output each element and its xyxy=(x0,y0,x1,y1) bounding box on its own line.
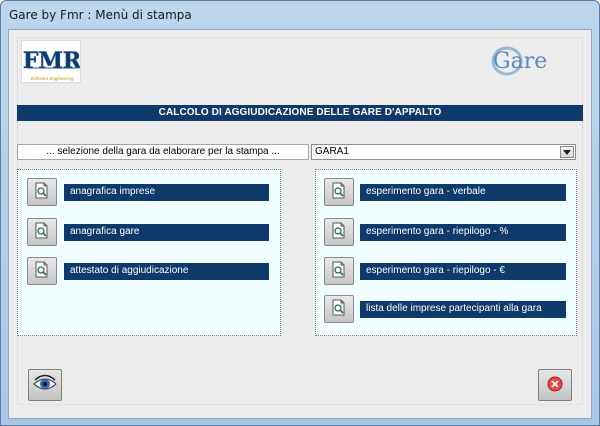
report-button-riepilogo-percent[interactable] xyxy=(324,218,354,246)
app-window: Gare by Fmr : Menù di stampa FMR Softwar… xyxy=(0,0,600,426)
report-button-verbale[interactable] xyxy=(324,178,354,206)
magnifier-document-icon xyxy=(33,261,51,282)
magnifier-document-icon xyxy=(330,261,348,282)
report-button-riepilogo-euro[interactable] xyxy=(324,257,354,285)
gara-select[interactable]: GARA1 xyxy=(311,144,576,160)
fmr-logo: FMR Software Engineering xyxy=(21,40,81,83)
gara-select-value: GARA1 xyxy=(315,146,349,157)
fmr-logo-text: FMR xyxy=(23,48,81,74)
close-icon xyxy=(546,375,564,396)
report-button-lista-imprese[interactable] xyxy=(324,295,354,323)
magnifier-document-icon xyxy=(330,299,348,320)
close-button[interactable] xyxy=(538,369,572,401)
gare-logo-text: Gare xyxy=(493,49,547,74)
magnifier-document-icon xyxy=(33,182,51,203)
magnifier-document-icon xyxy=(330,222,348,243)
report-button-anagrafica-gare[interactable] xyxy=(27,218,57,246)
gare-logo: Gare xyxy=(485,41,565,81)
magnifier-document-icon xyxy=(33,222,51,243)
chevron-down-icon[interactable] xyxy=(560,146,574,158)
report-button-attestato[interactable] xyxy=(27,257,57,285)
label-anagrafica-gare: anagrafica gare xyxy=(64,224,269,241)
label-anagrafica-imprese: anagrafica imprese xyxy=(64,184,269,201)
eye-icon xyxy=(32,374,58,397)
preview-button[interactable] xyxy=(28,369,62,401)
label-lista-imprese: lista delle imprese partecipanti alla ga… xyxy=(360,301,566,318)
magnifier-document-icon xyxy=(330,182,348,203)
page-title: CALCOLO DI AGGIUDICAZIONE DELLE GARE D'A… xyxy=(17,105,583,121)
window-title: Gare by Fmr : Menù di stampa xyxy=(9,8,192,22)
gara-selection-label: ... selezione della gara da elaborare pe… xyxy=(17,144,309,160)
label-verbale: esperimento gara - verbale xyxy=(360,184,566,201)
label-attestato: attestato di aggiudicazione xyxy=(64,263,269,280)
report-button-anagrafica-imprese[interactable] xyxy=(27,178,57,206)
label-riepilogo-percent: esperimento gara - riepilogo - % xyxy=(360,224,566,241)
fmr-logo-caption: Software Engineering xyxy=(30,76,74,81)
label-riepilogo-euro: esperimento gara - riepilogo - € xyxy=(360,263,566,280)
